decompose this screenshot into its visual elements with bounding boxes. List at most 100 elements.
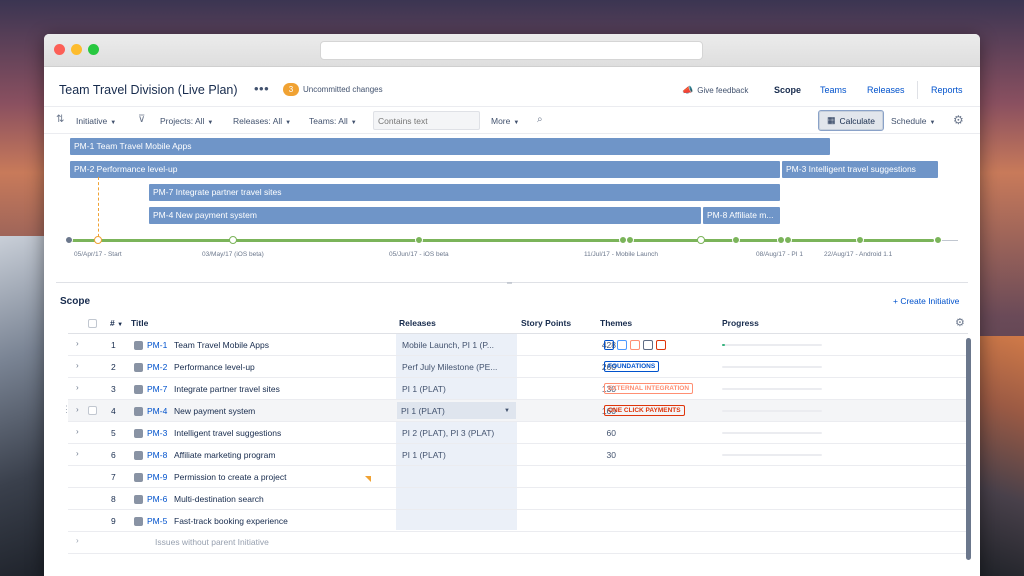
release-marker[interactable]: [784, 236, 792, 244]
create-initiative-link[interactable]: + Create Initiative: [893, 296, 959, 306]
release-marker[interactable]: [626, 236, 634, 244]
issue-title[interactable]: Performance level-up: [174, 362, 255, 372]
release-marker[interactable]: [856, 236, 864, 244]
calculate-button[interactable]: ▦ Calculate: [818, 110, 884, 131]
table-row[interactable]: 8 PM-6 Multi-destination search: [68, 488, 968, 510]
column-header-themes[interactable]: Themes: [600, 318, 632, 328]
issue-title[interactable]: New payment system: [174, 406, 255, 416]
uncommitted-changes[interactable]: 3 Uncommitted changes: [283, 83, 383, 96]
close-window-button[interactable]: [54, 44, 65, 55]
search-icon[interactable]: ⌕: [537, 114, 543, 125]
releases-cell[interactable]: Mobile Launch, PI 1 (P...: [402, 340, 494, 350]
issue-title[interactable]: Permission to create a project: [174, 472, 286, 482]
calculate-label: Calculate: [839, 115, 875, 126]
pane-splitter[interactable]: [56, 282, 968, 283]
initiative-dropdown[interactable]: Initiative ▼: [76, 116, 116, 126]
story-points-cell[interactable]: 30: [568, 450, 616, 460]
theme-badge[interactable]: FOUNDATIONS: [604, 361, 660, 372]
projects-filter[interactable]: Projects: All ▼: [160, 116, 213, 126]
settings-gear-icon[interactable]: ⚙: [953, 113, 964, 127]
row-checkbox[interactable]: [88, 406, 97, 415]
address-bar[interactable]: [320, 41, 703, 60]
column-header-title[interactable]: Title: [131, 318, 148, 328]
expand-chevron-icon[interactable]: ›: [76, 449, 79, 458]
release-marker[interactable]: [229, 236, 237, 244]
issue-key-link[interactable]: PM-7: [147, 384, 167, 394]
issue-key-link[interactable]: PM-1: [147, 340, 167, 350]
table-scrollbar[interactable]: [966, 338, 971, 560]
releases-cell[interactable]: Perf July Milestone (PE...: [402, 362, 497, 372]
themes-cell[interactable]: [604, 340, 666, 350]
issue-key-link[interactable]: PM-4: [147, 406, 167, 416]
issue-title[interactable]: Team Travel Mobile Apps: [174, 340, 269, 350]
columns-settings-gear-icon[interactable]: ⚙: [955, 316, 965, 329]
table-row[interactable]: › 5 PM-3 Intelligent travel suggestions …: [68, 422, 968, 444]
expand-chevron-icon[interactable]: ›: [76, 339, 79, 348]
more-filters-dropdown[interactable]: More ▼: [491, 116, 519, 126]
theme-badge[interactable]: ONE CLICK PAYMENTS: [604, 405, 685, 416]
tab-teams[interactable]: Teams: [820, 85, 847, 95]
release-marker[interactable]: [697, 236, 705, 244]
releases-cell[interactable]: PI 1 (PLAT): [402, 450, 446, 460]
teams-filter[interactable]: Teams: All ▼: [309, 116, 357, 126]
table-row[interactable]: ⋮ › 4 PM-4 New payment system PI 1 (PLAT…: [62, 400, 968, 422]
column-header-progress[interactable]: Progress: [722, 318, 759, 328]
select-all-checkbox[interactable]: [88, 319, 97, 328]
row-number: 5: [111, 428, 116, 438]
tab-releases[interactable]: Releases: [867, 85, 905, 95]
issues-without-parent-row[interactable]: › Issues without parent Initiative: [68, 531, 968, 553]
table-row[interactable]: 7 PM-9 Permission to create a project: [68, 466, 968, 488]
column-header-story-points[interactable]: Story Points: [521, 318, 571, 328]
drag-handle-icon[interactable]: ⋮: [62, 404, 71, 415]
column-header-releases[interactable]: Releases: [399, 318, 436, 328]
minimize-window-button[interactable]: [71, 44, 82, 55]
expand-chevron-icon[interactable]: ›: [76, 405, 79, 414]
releases-filter[interactable]: Releases: All ▼: [233, 116, 291, 126]
issue-key-link[interactable]: PM-2: [147, 362, 167, 372]
plan-more-button[interactable]: •••: [254, 81, 269, 96]
timeline-bar-pm-3[interactable]: PM-3 Intelligent travel suggestions: [782, 161, 938, 178]
timeline-bar-pm-7[interactable]: PM-7 Integrate partner travel sites: [149, 184, 780, 201]
give-feedback-link[interactable]: 📣 Give feedback: [682, 85, 748, 96]
issue-key-link[interactable]: PM-5: [147, 516, 167, 526]
text-filter-input[interactable]: [373, 111, 480, 130]
issue-title[interactable]: Affiliate marketing program: [174, 450, 275, 460]
releases-cell[interactable]: PI 1 (PLAT): [402, 384, 446, 394]
releases-dropdown[interactable]: PI 1 (PLAT) ▼: [397, 402, 516, 419]
expand-chevron-icon[interactable]: ›: [76, 536, 79, 545]
column-header-number[interactable]: # ▼: [110, 318, 123, 328]
theme-badge[interactable]: EXTERNAL INTEGRATION: [604, 383, 694, 394]
issue-key-link[interactable]: PM-6: [147, 494, 167, 504]
issue-key-link[interactable]: PM-3: [147, 428, 167, 438]
release-marker[interactable]: [415, 236, 423, 244]
release-marker[interactable]: [732, 236, 740, 244]
timeline-bar-pm-4[interactable]: PM-4 New payment system: [149, 207, 701, 224]
tab-reports[interactable]: Reports: [931, 85, 963, 95]
release-marker[interactable]: [934, 236, 942, 244]
issue-key-link[interactable]: PM-8: [147, 450, 167, 460]
expand-chevron-icon[interactable]: ›: [76, 383, 79, 392]
issue-title[interactable]: Multi-destination search: [174, 494, 264, 504]
release-marker[interactable]: [65, 236, 73, 244]
timeline-bar-pm-2[interactable]: PM-2 Performance level-up: [70, 161, 780, 178]
issue-title[interactable]: Intelligent travel suggestions: [174, 428, 281, 438]
issue-title[interactable]: Fast-track booking experience: [174, 516, 288, 526]
issue-title[interactable]: Integrate partner travel sites: [174, 384, 280, 394]
tab-scope[interactable]: Scope: [774, 85, 801, 95]
story-points-cell[interactable]: 60: [568, 428, 616, 438]
table-row[interactable]: › 1 PM-1 Team Travel Mobile Apps Mobile …: [68, 334, 968, 356]
maximize-window-button[interactable]: [88, 44, 99, 55]
issue-key-link[interactable]: PM-9: [147, 472, 167, 482]
expand-chevron-icon[interactable]: ›: [76, 361, 79, 370]
expand-chevron-icon[interactable]: ›: [76, 427, 79, 436]
schedule-dropdown[interactable]: Schedule ▼: [891, 116, 935, 126]
splitter-handle-icon[interactable]: ═: [507, 280, 512, 287]
timeline-bar-pm-1[interactable]: PM-1 Team Travel Mobile Apps: [70, 138, 830, 155]
table-row[interactable]: 9 PM-5 Fast-track booking experience: [68, 510, 968, 532]
table-row[interactable]: › 6 PM-8 Affiliate marketing program PI …: [68, 444, 968, 466]
releases-cell[interactable]: PI 2 (PLAT), PI 3 (PLAT): [402, 428, 494, 438]
timeline-bar-pm-8[interactable]: PM-8 Affiliate m...: [703, 207, 780, 224]
table-row[interactable]: › 2 PM-2 Performance level-up Perf July …: [68, 356, 968, 378]
table-row[interactable]: › 3 PM-7 Integrate partner travel sites …: [68, 378, 968, 400]
filter-icon[interactable]: ⊽: [138, 114, 145, 125]
